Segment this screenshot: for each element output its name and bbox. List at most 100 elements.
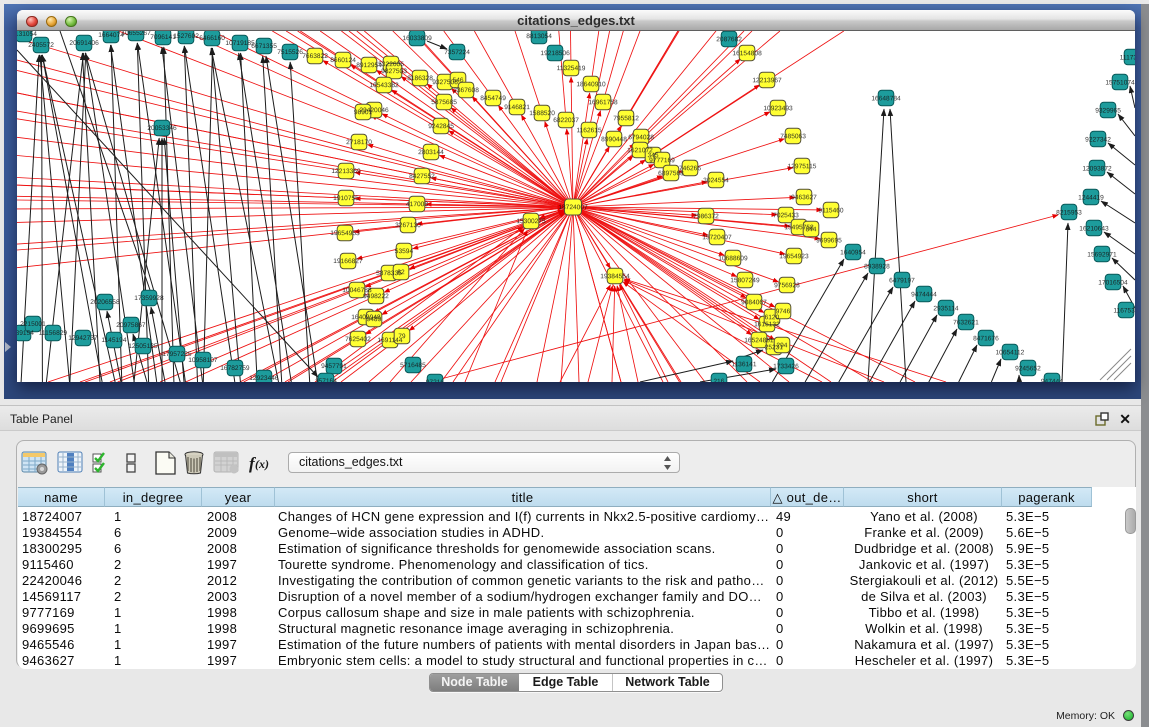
svg-text:8215953: 8215953 — [1056, 209, 1082, 216]
svg-text:6897568: 6897568 — [658, 170, 684, 177]
svg-text:9146821: 9146821 — [504, 104, 530, 111]
svg-text:15300275: 15300275 — [516, 218, 546, 225]
svg-text:2803144: 2803144 — [418, 149, 444, 156]
svg-text:10958107: 10958107 — [188, 357, 218, 364]
svg-text:1145194: 1145194 — [101, 337, 127, 344]
svg-text:2718170: 2718170 — [346, 139, 372, 146]
svg-text:8454749: 8454749 — [480, 95, 506, 102]
svg-text:6794028: 6794028 — [628, 134, 654, 141]
svg-text:6120: 6120 — [765, 314, 780, 321]
svg-text:7485063: 7485063 — [780, 133, 806, 140]
svg-text:9245652: 9245652 — [1015, 365, 1041, 372]
svg-text:10923493: 10923493 — [763, 105, 793, 112]
svg-text:1162615: 1162615 — [576, 127, 602, 134]
svg-text:53594: 53594 — [395, 248, 414, 255]
svg-text:12213369: 12213369 — [331, 168, 361, 175]
svg-text:19384554: 19384554 — [600, 273, 630, 280]
svg-text:1167533: 1167533 — [1113, 307, 1135, 314]
svg-text:1664074: 1664074 — [98, 32, 124, 39]
svg-text:1117345: 1117345 — [1120, 54, 1135, 61]
svg-text:3024554: 3024554 — [703, 177, 729, 184]
svg-text:9777169: 9777169 — [649, 157, 675, 164]
svg-text:10654112: 10654112 — [995, 349, 1024, 356]
svg-text:7663822: 7663822 — [302, 53, 328, 60]
svg-text:5322605: 5322605 — [378, 61, 404, 68]
svg-text:17359928: 17359928 — [134, 295, 164, 302]
svg-text:8990448: 8990448 — [601, 136, 627, 143]
svg-text:1910755: 1910755 — [333, 195, 359, 202]
svg-text:20053346: 20053346 — [147, 125, 177, 132]
svg-text:9699695: 9699695 — [816, 237, 842, 244]
svg-text:1244419: 1244419 — [1078, 194, 1104, 201]
svg-text:12942737: 12942737 — [68, 335, 98, 342]
svg-text:9329965: 9329965 — [1095, 107, 1121, 114]
svg-text:8186328: 8186328 — [407, 75, 433, 82]
svg-text:2935114: 2935114 — [933, 305, 959, 312]
svg-text:8660124: 8660124 — [330, 57, 356, 64]
svg-text:1615132: 1615132 — [754, 321, 780, 328]
svg-text:546: 546 — [453, 77, 464, 84]
svg-text:239154: 239154 — [17, 330, 34, 337]
svg-text:20206558: 20206558 — [90, 299, 120, 306]
svg-text:20975867: 20975867 — [116, 322, 146, 329]
svg-text:8131054: 8131054 — [17, 31, 37, 38]
svg-text:16782759: 16782759 — [220, 365, 250, 372]
svg-text:2087682: 2087682 — [716, 36, 742, 43]
svg-text:16543382: 16543382 — [369, 82, 399, 89]
svg-text:16033809: 16033809 — [402, 35, 432, 42]
svg-text:7986372: 7986372 — [693, 213, 719, 220]
svg-text:2367608: 2367608 — [453, 87, 479, 94]
svg-text:18640910: 18640910 — [576, 81, 606, 88]
svg-text:79: 79 — [398, 333, 406, 340]
svg-text:15751074: 15751074 — [1105, 79, 1135, 86]
svg-text:9827503: 9827503 — [381, 68, 407, 75]
svg-text:19654953: 19654953 — [330, 230, 360, 237]
svg-text:947444: 947444 — [1041, 378, 1063, 382]
svg-text:16524851: 16524851 — [744, 337, 774, 344]
svg-text:15720407: 15720407 — [702, 234, 732, 241]
svg-text:16961758: 16961758 — [588, 99, 618, 106]
svg-text:15807249: 15807249 — [730, 277, 760, 284]
svg-text:8938928: 8938928 — [864, 263, 890, 270]
svg-text:12505135: 12505135 — [128, 343, 158, 350]
svg-text:16210643: 16210643 — [1079, 225, 1109, 232]
svg-text:7955812: 7955812 — [613, 115, 639, 122]
svg-text:6822037: 6822037 — [553, 117, 579, 124]
svg-text:7357224: 7357224 — [444, 49, 470, 56]
svg-text:97216: 97216 — [426, 379, 445, 382]
svg-text:9756928: 9756928 — [774, 282, 800, 289]
svg-text:19218506: 19218506 — [540, 50, 570, 57]
svg-text:12213967: 12213967 — [752, 77, 782, 84]
svg-text:9227342: 9227342 — [1085, 136, 1111, 143]
svg-text:1640954: 1640954 — [840, 249, 866, 256]
svg-text:417008: 417008 — [406, 201, 428, 208]
svg-text:82: 82 — [397, 269, 405, 276]
svg-text:16648784: 16648784 — [871, 95, 901, 102]
svg-text:1733426: 1733426 — [773, 363, 799, 370]
svg-text:20691406: 20691406 — [69, 40, 99, 47]
svg-text:8471676: 8471676 — [973, 335, 999, 342]
svg-text:6466160: 6466160 — [199, 35, 225, 42]
svg-text:12975115: 12975115 — [788, 163, 817, 170]
svg-text:9457791: 9457791 — [321, 363, 347, 370]
svg-text:9084067: 9084067 — [741, 299, 767, 306]
svg-text:7625402: 7625402 — [345, 336, 371, 343]
svg-text:844: 844 — [805, 226, 816, 233]
svg-text:19166827: 19166827 — [333, 258, 363, 265]
svg-text:3267130: 3267130 — [395, 222, 421, 229]
svg-text:5716485: 5716485 — [400, 362, 426, 369]
svg-text:6479197: 6479197 — [889, 277, 915, 284]
svg-text:12923446: 12923446 — [249, 375, 279, 382]
svg-text:(x): (x) — [255, 457, 269, 471]
svg-text:9115460: 9115460 — [818, 207, 844, 214]
svg-text:6671355: 6671355 — [251, 43, 277, 50]
svg-text:19654923: 19654923 — [779, 253, 809, 260]
svg-text:9474444: 9474444 — [911, 291, 937, 298]
svg-text:11325419: 11325419 — [557, 65, 586, 72]
svg-text:2215001: 2215001 — [20, 321, 46, 328]
svg-text:7632621: 7632621 — [953, 319, 979, 326]
svg-text:1527602: 1527602 — [173, 33, 199, 40]
svg-text:1588520: 1588520 — [529, 110, 555, 117]
svg-text:157164: 157164 — [315, 378, 337, 382]
svg-text:11156829: 11156829 — [39, 330, 68, 337]
